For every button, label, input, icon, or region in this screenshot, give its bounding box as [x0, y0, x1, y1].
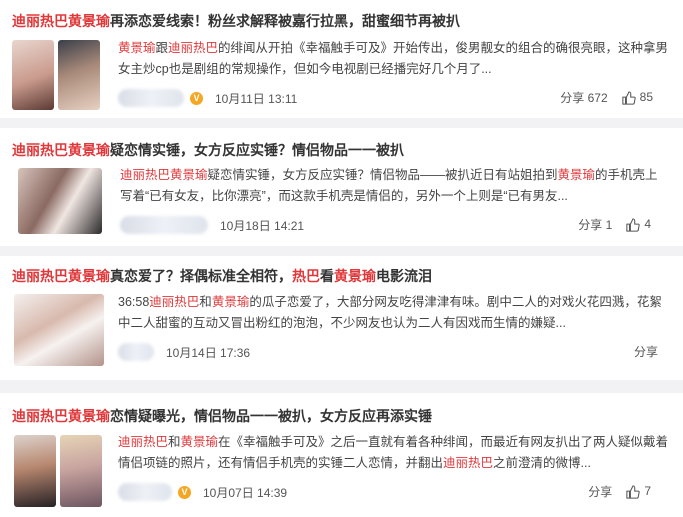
thumbnail-image[interactable]	[14, 435, 56, 507]
post-thumbnails[interactable]	[12, 40, 100, 110]
thumbnail-image[interactable]	[58, 40, 100, 110]
post-card[interactable]: 迪丽热巴黄景瑜恋情疑曝光，情侣物品一一被扒，女方反应再添实锤 迪丽热巴和黄景瑜在…	[0, 393, 683, 517]
post-date: 10月07日 14:39	[203, 485, 288, 500]
author-avatar[interactable]	[118, 483, 172, 501]
post-date: 10月18日 14:21	[220, 218, 305, 233]
post-card[interactable]: 迪丽热巴黄景瑜真恋爱了？择偶标准全相符，热巴看黄景瑜电影流泪 36:58迪丽热巴…	[0, 256, 683, 380]
snippet-keyword: 黄景瑜	[211, 295, 250, 309]
verified-badge-icon: V	[178, 485, 191, 499]
post-thumbnails[interactable]	[14, 435, 102, 507]
snippet-text: 之前澄清的微博...	[493, 456, 591, 470]
post-title[interactable]: 迪丽热巴黄景瑜真恋爱了？择偶标准全相符，热巴看黄景瑜电影流泪	[12, 266, 432, 286]
post-actions: 分享 1 4	[578, 216, 651, 233]
thumbnail-image[interactable]	[14, 294, 104, 366]
snippet-keyword: 迪丽热巴	[118, 435, 169, 449]
post-meta: V 10月07日 14:39	[118, 483, 287, 501]
thumbnail-image[interactable]	[12, 40, 54, 110]
post-title[interactable]: 迪丽热巴黄景瑜疑恋情实锤，女方反应实锤？情侣物品一一被扒	[12, 140, 404, 160]
title-keyword: 迪丽热巴黄景瑜	[12, 268, 110, 284]
post-actions: 分享 7	[588, 483, 651, 500]
post-date: 10月14日 17:36	[166, 345, 251, 360]
post-title[interactable]: 迪丽热巴黄景瑜再添恋爱线索！粉丝求解释被嘉行拉黑，甜蜜细节再被扒	[12, 11, 460, 31]
post-snippet: 黄景瑜跟迪丽热巴的绯闻从开拍《幸福触手可及》开始传出，俊男靓女的组合的确很亮眼，…	[118, 38, 673, 80]
title-text: 真恋爱了？择偶标准全相符，	[110, 268, 292, 284]
like-button[interactable]: 4	[626, 217, 651, 232]
author-avatar[interactable]	[118, 89, 184, 107]
post-title[interactable]: 迪丽热巴黄景瑜恋情疑曝光，情侣物品一一被扒，女方反应再添实锤	[12, 406, 432, 426]
snippet-text: 和	[168, 435, 181, 449]
author-avatar[interactable]	[118, 343, 154, 361]
title-keyword: 黄景瑜	[334, 268, 376, 284]
post-actions: 分享	[634, 343, 658, 360]
snippet-keyword: 迪丽热巴	[168, 41, 219, 55]
post-meta: 10月14日 17:36	[118, 343, 250, 361]
post-actions: 分享 672 85	[560, 89, 653, 106]
post-meta: V 10月11日 13:11	[118, 89, 297, 107]
post-card[interactable]: 迪丽热巴黄景瑜疑恋情实锤，女方反应实锤？情侣物品一一被扒 迪丽热巴黄景瑜疑恋情实…	[0, 128, 683, 246]
post-snippet: 迪丽热巴和黄景瑜在《幸福触手可及》之后一直就有着各种绯闻，而最近有网友扒出了两人…	[118, 432, 673, 474]
thumbnail-image[interactable]	[60, 435, 102, 507]
post-date: 10月11日 13:11	[215, 91, 298, 106]
post-thumbnails[interactable]	[14, 294, 104, 366]
share-button[interactable]: 分享 1	[578, 216, 612, 233]
post-snippet: 36:58迪丽热巴和黄景瑜的瓜子恋爱了，大部分网友吃得津津有味。剧中二人的对戏火…	[118, 292, 673, 334]
thumbs-up-icon	[626, 218, 640, 232]
snippet-keyword: 迪丽热巴黄景瑜	[120, 168, 208, 182]
title-text: 电影流泪	[376, 268, 432, 284]
share-button[interactable]: 分享	[634, 343, 658, 360]
post-meta: 10月18日 14:21	[120, 216, 304, 234]
title-keyword: 迪丽热巴黄景瑜	[12, 142, 110, 158]
like-button[interactable]: 7	[626, 484, 651, 499]
snippet-keyword: 黄景瑜	[557, 168, 596, 182]
thumbs-up-icon	[621, 91, 636, 105]
title-text: 再添恋爱线索！粉丝求解释被嘉行拉黑，甜蜜细节再被扒	[110, 13, 460, 29]
author-avatar[interactable]	[120, 216, 208, 234]
title-keyword: 热巴	[292, 268, 320, 284]
verified-badge-icon: V	[190, 91, 203, 105]
snippet-keyword: 迪丽热巴	[149, 295, 200, 309]
share-button[interactable]: 分享	[588, 483, 612, 500]
like-button[interactable]: 85	[621, 90, 653, 105]
title-text: 疑恋情实锤，女方反应实锤？情侣物品一一被扒	[110, 142, 404, 158]
snippet-text: 和	[199, 295, 212, 309]
post-thumbnails[interactable]	[18, 168, 102, 234]
title-keyword: 迪丽热巴黄景瑜	[12, 13, 110, 29]
thumbnail-image[interactable]	[18, 168, 102, 234]
title-keyword: 迪丽热巴黄景瑜	[12, 408, 110, 424]
snippet-keyword: 黄景瑜	[118, 41, 156, 55]
snippet-keyword: 迪丽热巴	[443, 456, 494, 470]
title-text: 看	[320, 268, 334, 284]
post-card[interactable]: 迪丽热巴黄景瑜再添恋爱线索！粉丝求解释被嘉行拉黑，甜蜜细节再被扒 黄景瑜跟迪丽热…	[0, 0, 683, 118]
snippet-keyword: 黄景瑜	[180, 435, 219, 449]
post-snippet: 迪丽热巴黄景瑜疑恋情实锤，女方反应实锤？情侣物品——被扒近日有站姐拍到黄景瑜的手…	[120, 165, 665, 207]
snippet-text: 跟	[155, 41, 169, 55]
title-text: 恋情疑曝光，情侣物品一一被扒，女方反应再添实锤	[110, 408, 432, 424]
snippet-text: 疑恋情实锤，女方反应实锤？情侣物品——被扒近日有站姐拍到	[207, 168, 558, 182]
thumbs-up-icon	[626, 485, 640, 499]
news-feed: 迪丽热巴黄景瑜再添恋爱线索！粉丝求解释被嘉行拉黑，甜蜜细节再被扒 黄景瑜跟迪丽热…	[0, 0, 683, 517]
snippet-text: 36:58	[118, 295, 150, 309]
share-button[interactable]: 分享 672	[560, 89, 607, 106]
